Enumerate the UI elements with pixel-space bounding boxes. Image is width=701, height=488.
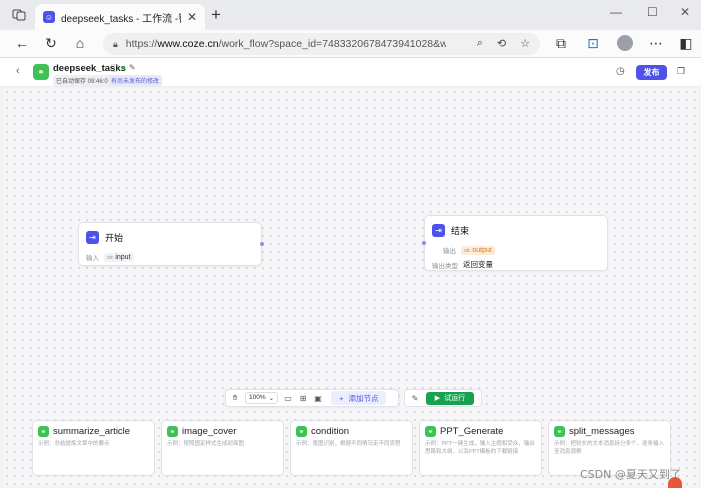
extensions-icon[interactable]: ⧉ [552,35,570,52]
more-menu-icon[interactable]: ⋯ [647,35,665,52]
tab-close-icon[interactable]: ✕ [187,10,197,24]
corner-badge [668,477,682,488]
workflow-icon: ⚭ [167,426,178,437]
start-node[interactable]: ⇥ 开始 输入 str.input [78,222,264,266]
workflow-logo-icon: ⚭ [33,64,49,80]
search-icon[interactable]: ⌕ [477,37,483,50]
add-node-button[interactable]: + 添加节点 [331,391,387,405]
canvas-toolbar: ✋︎ 100% ⌄ ▭ ⊞ ▣ + 添加节点 [225,389,399,407]
coze-favicon-icon: ☺ [43,11,55,23]
play-icon: ▶ [434,395,441,402]
history-icon[interactable]: ◷ [616,66,625,77]
end-node-icon: ⇥ [432,224,445,237]
tab-title: deepseek_tasks - 工作流 -智能体 [61,13,181,25]
close-window-button[interactable]: ✕ [680,5,690,19]
profile-avatar[interactable] [617,35,633,51]
workflow-header: ‹ ⚭ deepseek_tasks ⓘ ● ✎ 已自动保存 09:46:07 … [0,58,701,87]
check-circle-icon: ● [121,63,126,72]
active-tab[interactable]: ☺ deepseek_tasks - 工作流 -智能体 ✕ [35,4,205,30]
start-node-icon: ⇥ [86,231,99,244]
input-label: 输入 [86,255,99,262]
home-icon[interactable]: ⌂ [71,35,89,51]
output-param-tag: str.output [461,245,495,255]
workflow-icon: ⚭ [296,426,307,437]
template-card[interactable]: ⚭ PPT_Generate 示例：PPT一键生成，输入主题和受众，输出思路和大纲… [419,420,542,476]
sidebar-toggle-icon[interactable]: ◧ [677,35,695,52]
workflow-icon: ⚭ [425,426,436,437]
output-label: 输出 [443,248,456,255]
url-text[interactable]: https://www.coze.cn/work_flow?space_id=7… [126,38,446,50]
start-output-port[interactable] [260,242,264,246]
publish-button[interactable]: 发布 [636,65,667,80]
input-param-tag: str.input [104,252,134,262]
edge-sidebar-icon[interactable]: ⊡ [584,35,602,52]
template-card[interactable]: ⚭ summarize_article 示例：总结提炼文章中的要点 [32,420,155,476]
end-node[interactable]: ⇥ 结束 输出 str.output 输出类型 返回变量 [422,215,608,271]
test-run-button[interactable]: ▶ 试运行 [426,391,474,405]
edit-icon[interactable]: ✎ [129,63,136,74]
end-node-title: 结束 [451,226,470,236]
back-arrow-icon[interactable]: ← [13,35,31,51]
minimize-button[interactable]: — [610,5,622,19]
minimap-icon[interactable]: ▣ [313,394,323,403]
plus-icon: + [339,393,344,403]
csdn-watermark: CSDN @夏天又到了 [580,468,681,481]
copy-icon[interactable]: ❐ [677,66,685,77]
zoom-select[interactable]: 100% ⌄ [245,392,279,404]
lock-icon[interactable]: 🔒︎ [113,39,118,50]
reload-icon[interactable]: ↻ [42,35,60,52]
browser-nav-bar: ← ↻ ⌂ 🔒︎ https://www.coze.cn/work_flow?s… [0,30,701,58]
start-node-title: 开始 [105,233,124,243]
output-type-value: 返回变量 [463,260,493,269]
wrench-icon[interactable]: ✎ [410,394,420,403]
workflow-icon: ⚭ [554,426,565,437]
workflow-status-icons: ⓘ ● ✎ [110,63,136,74]
info-icon[interactable]: ⓘ [110,63,118,74]
browser-tab-bar: ☺ deepseek_tasks - 工作流 -智能体 ✕ + — ☐ ✕ [0,0,701,30]
output-type-label: 输出类型 [432,262,458,270]
unpublished-badge: 有尚未发布的修改 [108,75,163,86]
pointer-mode-icon[interactable]: ✋︎ [230,393,240,403]
favorite-star-icon[interactable]: ☆ [520,37,530,50]
autosave-badge: 已自动保存 09:46:07 [53,75,115,86]
run-toolbar: ✎ ▶ 试运行 [404,389,482,407]
maximize-button[interactable]: ☐ [647,5,658,19]
auto-layout-icon[interactable]: ⊞ [298,394,308,403]
back-chevron-icon[interactable]: ‹ [16,65,20,77]
chevron-down-icon: ⌄ [268,395,275,402]
address-bar[interactable]: 🔒︎ https://www.coze.cn/work_flow?space_i… [103,33,540,55]
end-input-port[interactable] [422,241,426,245]
new-tab-button[interactable]: + [211,5,221,25]
template-card[interactable]: ⚭ image_cover 示例：按照固定样式生成封面图 [161,420,284,476]
workspaces-icon[interactable] [12,9,26,21]
translate-icon[interactable]: ⟲ [497,37,506,50]
comment-icon[interactable]: ▭ [283,394,293,403]
workflow-icon: ⚭ [38,426,49,437]
template-card[interactable]: ⚭ condition 示例：意图识别，根据不同情况走不同流程 [290,420,413,476]
